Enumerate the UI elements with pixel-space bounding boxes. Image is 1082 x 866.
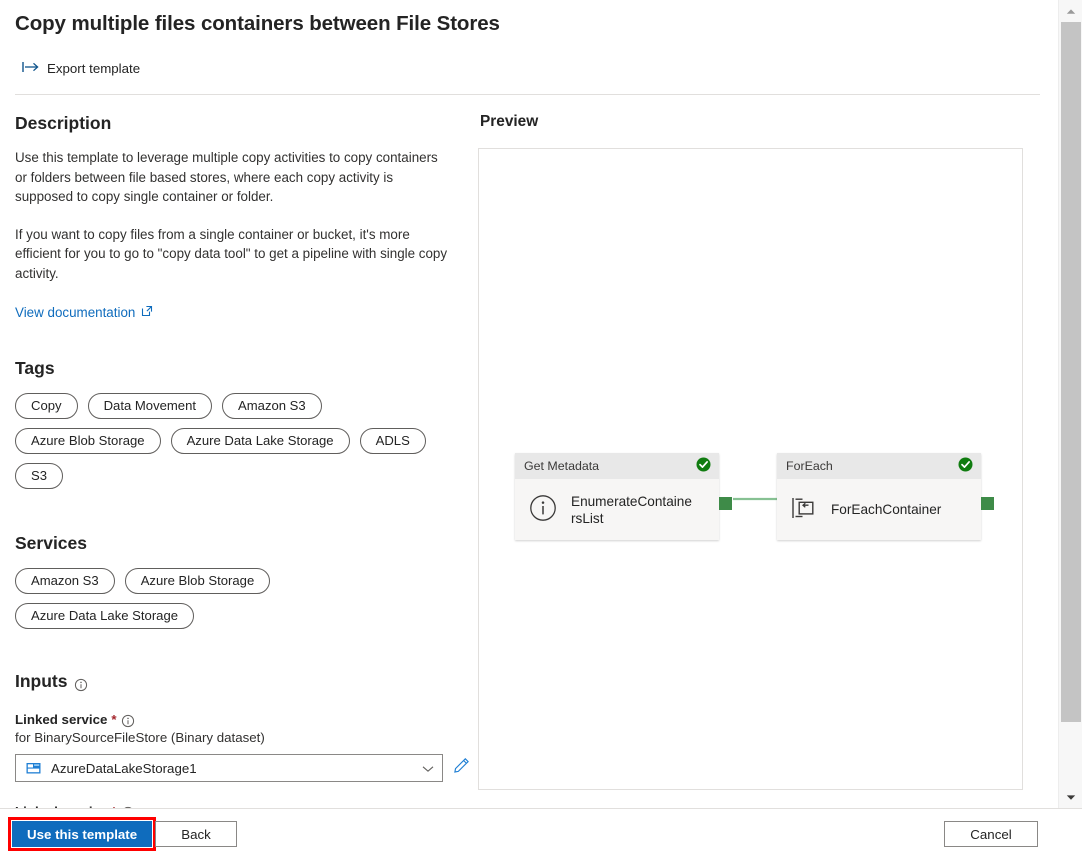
scroll-down-arrow-icon[interactable]: [1059, 786, 1082, 808]
dialog-footer: Use this template Back Cancel: [0, 808, 1082, 866]
azure-storage-icon: [26, 762, 41, 775]
node-header: ForEach: [777, 453, 981, 479]
service-pill: Azure Data Lake Storage: [15, 603, 194, 629]
external-link-icon: [141, 305, 153, 320]
info-circle-icon: [529, 494, 557, 525]
export-template-label: Export template: [47, 61, 140, 76]
tag-pill: Amazon S3: [222, 393, 322, 419]
description-paragraph-2: If you want to copy files from a single …: [15, 225, 449, 284]
scrollbar-thumb[interactable]: [1061, 22, 1081, 722]
required-marker: *: [111, 712, 116, 727]
scroll-up-arrow-icon[interactable]: [1059, 0, 1082, 22]
back-button[interactable]: Back: [155, 821, 237, 847]
info-icon[interactable]: [121, 714, 135, 728]
services-heading: Services: [15, 533, 470, 554]
services-list: Amazon S3 Azure Blob Storage Azure Data …: [15, 568, 315, 629]
view-documentation-link[interactable]: View documentation: [15, 305, 153, 320]
node-type-label: ForEach: [786, 459, 958, 473]
tag-pill: Copy: [15, 393, 78, 419]
cancel-button[interactable]: Cancel: [944, 821, 1038, 847]
node-body: ForEachContainer: [777, 479, 981, 540]
export-template-row: Export template: [0, 36, 1058, 78]
field-control-row: AzureDataLakeStorage1: [15, 754, 470, 782]
linked-service-dropdown[interactable]: AzureDataLakeStorage1: [15, 754, 443, 782]
inputs-heading: Inputs: [15, 671, 470, 692]
export-arrow-icon: [22, 61, 40, 76]
vertical-scrollbar[interactable]: [1058, 0, 1082, 808]
linked-service-field-source: Linked service * for BinarySourceFileSto…: [15, 712, 470, 782]
service-pill: Amazon S3: [15, 568, 115, 594]
pencil-icon[interactable]: [453, 757, 470, 779]
node-name: ForEachContainer: [831, 501, 941, 518]
export-template-button[interactable]: Export template: [22, 61, 140, 76]
service-pill: Azure Blob Storage: [125, 568, 271, 594]
foreach-loop-icon: [791, 496, 817, 523]
node-type-label: Get Metadata: [524, 459, 696, 473]
field-label: Linked service *: [15, 712, 470, 727]
node-body: EnumerateContainersList: [515, 479, 719, 540]
pipeline-preview-canvas[interactable]: Get Metadata: [478, 148, 1023, 790]
node-output-port[interactable]: [719, 497, 732, 510]
description-heading: Description: [15, 113, 470, 134]
tag-pill: S3: [15, 463, 63, 489]
use-this-template-button[interactable]: Use this template: [12, 821, 152, 847]
tag-pill: Azure Blob Storage: [15, 428, 161, 454]
tag-pill: Data Movement: [88, 393, 212, 419]
use-template-highlight: Use this template: [8, 817, 156, 851]
inputs-heading-label: Inputs: [15, 671, 68, 692]
details-column: Description Use this template to leverag…: [0, 113, 470, 808]
preview-column: Preview Get Metadata: [470, 113, 1058, 790]
check-circle-icon: [958, 457, 973, 475]
description-paragraph-1: Use this template to leverage multiple c…: [15, 148, 449, 207]
pipeline-node-get-metadata[interactable]: Get Metadata: [515, 453, 719, 540]
tags-heading: Tags: [15, 358, 470, 379]
page-title: Copy multiple files containers between F…: [0, 0, 1058, 36]
field-label-text: Linked service: [15, 712, 107, 727]
preview-heading: Preview: [480, 113, 1058, 131]
view-documentation-label: View documentation: [15, 305, 135, 320]
page-scroll-region[interactable]: Copy multiple files containers between F…: [0, 0, 1058, 808]
check-circle-icon: [696, 457, 711, 475]
linked-service-value: AzureDataLakeStorage1: [51, 761, 422, 776]
node-header: Get Metadata: [515, 453, 719, 479]
tag-pill: Azure Data Lake Storage: [171, 428, 350, 454]
node-name: EnumerateContainersList: [571, 493, 695, 527]
pipeline-node-foreach[interactable]: ForEach: [777, 453, 981, 540]
chevron-down-icon[interactable]: [422, 761, 434, 776]
tag-pill: ADLS: [360, 428, 426, 454]
info-icon[interactable]: [74, 676, 88, 690]
node-output-port[interactable]: [981, 497, 994, 510]
field-sublabel: for BinarySourceFileStore (Binary datase…: [15, 730, 470, 745]
tags-list: Copy Data Movement Amazon S3 Azure Blob …: [15, 393, 463, 489]
